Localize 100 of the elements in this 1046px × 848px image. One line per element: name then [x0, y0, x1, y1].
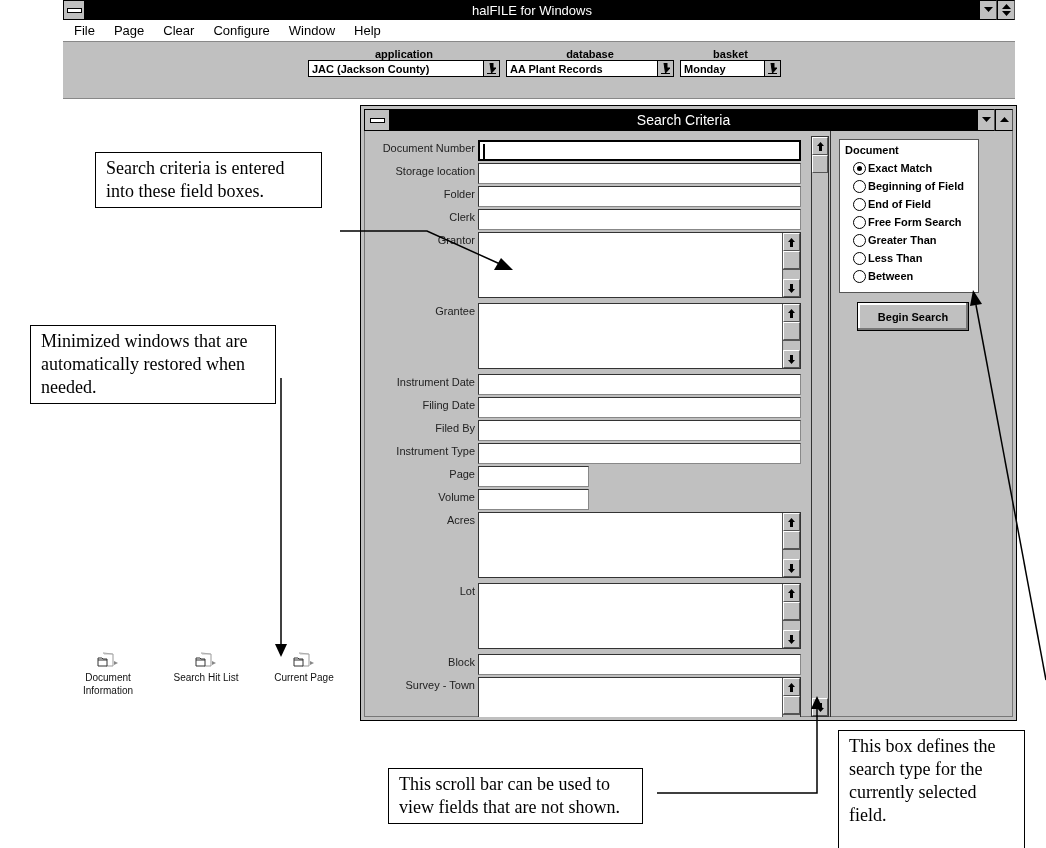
- restore-button[interactable]: [997, 0, 1015, 20]
- input-field[interactable]: [478, 443, 801, 464]
- field-label: Block: [447, 655, 476, 669]
- field-label: Page: [448, 467, 476, 481]
- input-field[interactable]: [478, 397, 801, 418]
- text-area[interactable]: [478, 303, 801, 369]
- field-label: Storage location: [394, 164, 476, 178]
- field-label: Instrument Date: [395, 375, 476, 389]
- input-field[interactable]: [478, 466, 589, 487]
- menu-item[interactable]: Clear: [154, 23, 205, 38]
- scroll-up-button[interactable]: [783, 584, 800, 602]
- scroll-thumb[interactable]: [783, 602, 800, 620]
- triangle-up-icon: [999, 117, 1009, 123]
- arrow-up-icon: [788, 682, 795, 692]
- callout-box: Minimized windows that are automatically restored when needed.: [30, 325, 276, 404]
- field-label: Filing Date: [421, 398, 476, 412]
- input-field[interactable]: [478, 654, 801, 675]
- scroll-up-button[interactable]: [812, 137, 828, 155]
- input-field[interactable]: [478, 420, 801, 441]
- minimized-window-icon[interactable]: [293, 652, 315, 668]
- system-menu-button[interactable]: [63, 0, 85, 20]
- scroll-thumb[interactable]: [783, 322, 800, 340]
- triangle-down-icon: [983, 7, 993, 13]
- input-field[interactable]: [478, 374, 801, 395]
- triangle-down-icon: [981, 117, 991, 123]
- radio-label[interactable]: End of Field: [868, 198, 931, 210]
- radio-label[interactable]: Free Form Search: [868, 216, 962, 228]
- begin-search-button[interactable]: Begin Search: [857, 302, 969, 331]
- selector-label: database: [566, 48, 614, 60]
- radio-label[interactable]: Between: [868, 270, 914, 282]
- scroll-up-button[interactable]: [783, 304, 800, 322]
- arrow-up-icon: [788, 588, 795, 598]
- scroll-up-button[interactable]: [783, 513, 800, 531]
- menu-item[interactable]: Help: [345, 23, 391, 38]
- field-label: Clerk: [448, 210, 476, 224]
- radio-label[interactable]: Greater Than: [868, 234, 937, 246]
- menu-item[interactable]: Page: [104, 23, 155, 38]
- arrow-down-icon: [788, 354, 795, 364]
- field-label: Instrument Type: [395, 444, 476, 458]
- window-title: halFILE for Windows: [471, 2, 593, 18]
- field-label: Filed By: [434, 421, 476, 435]
- minimized-window-label[interactable]: Document Information: [77, 671, 139, 697]
- minimized-window-label[interactable]: Search Hit List: [173, 671, 239, 684]
- scroll-thumb[interactable]: [812, 155, 828, 173]
- field-label: Acres: [445, 513, 476, 527]
- scroll-thumb[interactable]: [783, 531, 800, 549]
- minimize-button[interactable]: [977, 109, 995, 131]
- menu-item[interactable]: Window: [279, 23, 346, 38]
- scroll-thumb[interactable]: [783, 251, 800, 269]
- minimized-window-icon[interactable]: [195, 652, 217, 668]
- callout-box: This box defines the search type for the currently selected field.: [838, 730, 1025, 848]
- field-label: Document Number: [381, 141, 476, 155]
- input-field[interactable]: [478, 209, 801, 230]
- scroll-down-button[interactable]: [783, 279, 800, 297]
- scroll-thumb[interactable]: [783, 696, 800, 714]
- arrow-up-icon: [788, 517, 795, 527]
- text-area[interactable]: [478, 512, 801, 578]
- up-down-triangles-icon: [1001, 4, 1011, 16]
- group-title: Document: [845, 144, 900, 156]
- window-title: Search Criteria: [635, 112, 732, 128]
- menu-item[interactable]: Configure: [204, 23, 280, 38]
- radio-label[interactable]: Exact Match: [868, 162, 933, 174]
- minimize-button[interactable]: [979, 0, 997, 20]
- field-label: Grantee: [434, 304, 476, 318]
- selector-label: application: [374, 48, 434, 60]
- menu-item[interactable]: File: [65, 23, 105, 38]
- text-area[interactable]: [478, 583, 801, 649]
- input-field[interactable]: [478, 186, 801, 207]
- field-label: Survey - Town: [404, 678, 476, 692]
- input-field[interactable]: [478, 489, 589, 510]
- minimized-window-label[interactable]: Current Page: [274, 671, 334, 684]
- callout-box: This scroll bar can be used to view fields that are not shown.: [388, 768, 643, 824]
- arrow-up-icon: [788, 237, 795, 247]
- system-menu-button[interactable]: [364, 109, 390, 131]
- scroll-up-button[interactable]: [783, 233, 800, 251]
- text-area[interactable]: [478, 232, 801, 298]
- input-field[interactable]: [478, 163, 801, 184]
- maximize-button[interactable]: [995, 109, 1013, 131]
- arrow-down-icon: [788, 283, 795, 293]
- arrow-down-icon: [788, 563, 795, 573]
- dropdown[interactable]: Monday: [680, 60, 781, 77]
- minimized-window-icon[interactable]: [97, 652, 119, 668]
- arrow-up-icon: [816, 141, 824, 151]
- dropdown[interactable]: JAC (Jackson County): [308, 60, 500, 77]
- scroll-down-button[interactable]: [783, 630, 800, 648]
- radio-label[interactable]: Beginning of Field: [868, 180, 964, 192]
- selector-label: basket: [713, 48, 748, 60]
- scroll-up-button[interactable]: [783, 678, 800, 696]
- field-label: Lot: [458, 584, 476, 598]
- field-label: Volume: [437, 490, 476, 504]
- field-label: Folder: [442, 187, 476, 201]
- scroll-down-button[interactable]: [783, 559, 800, 577]
- arrow-up-icon: [788, 308, 795, 318]
- dropdown[interactable]: AA Plant Records: [506, 60, 674, 77]
- radio-label[interactable]: Less Than: [868, 252, 923, 264]
- input-field[interactable]: [478, 140, 801, 161]
- callout-box: Search criteria is entered into these field boxes.: [95, 152, 322, 208]
- scroll-down-button[interactable]: [783, 350, 800, 368]
- vertical-scrollbar[interactable]: [811, 136, 829, 717]
- arrow-down-icon: [788, 634, 795, 644]
